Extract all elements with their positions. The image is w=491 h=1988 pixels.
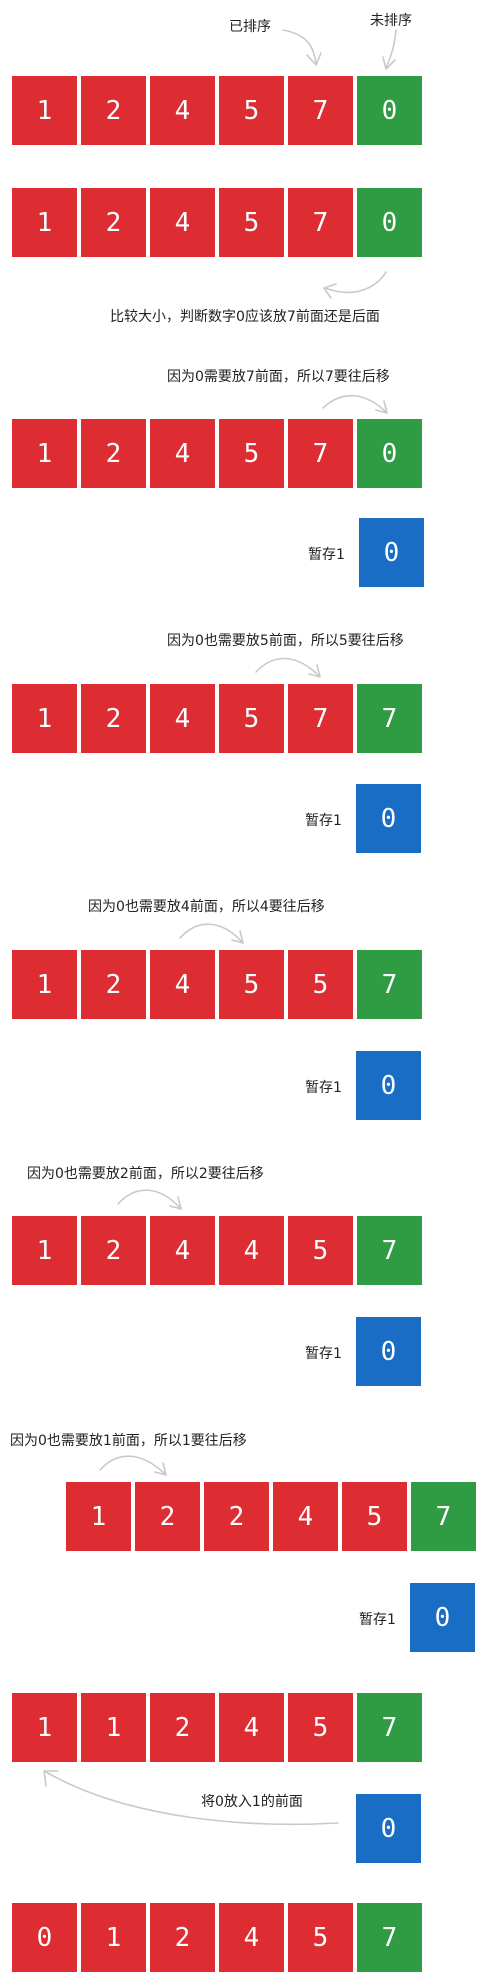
arrow-unsorted [382,29,397,70]
arrow-sorted [282,29,322,66]
arrow-step8 [43,1770,339,1826]
arrow-step3 [322,394,388,414]
arrows-layer [43,29,397,1826]
arrow-step7 [99,1455,167,1476]
arrow-step4 [255,657,321,678]
arrow-compare [323,271,387,299]
arrow-step6 [117,1189,182,1210]
arrow-step5 [179,923,244,944]
